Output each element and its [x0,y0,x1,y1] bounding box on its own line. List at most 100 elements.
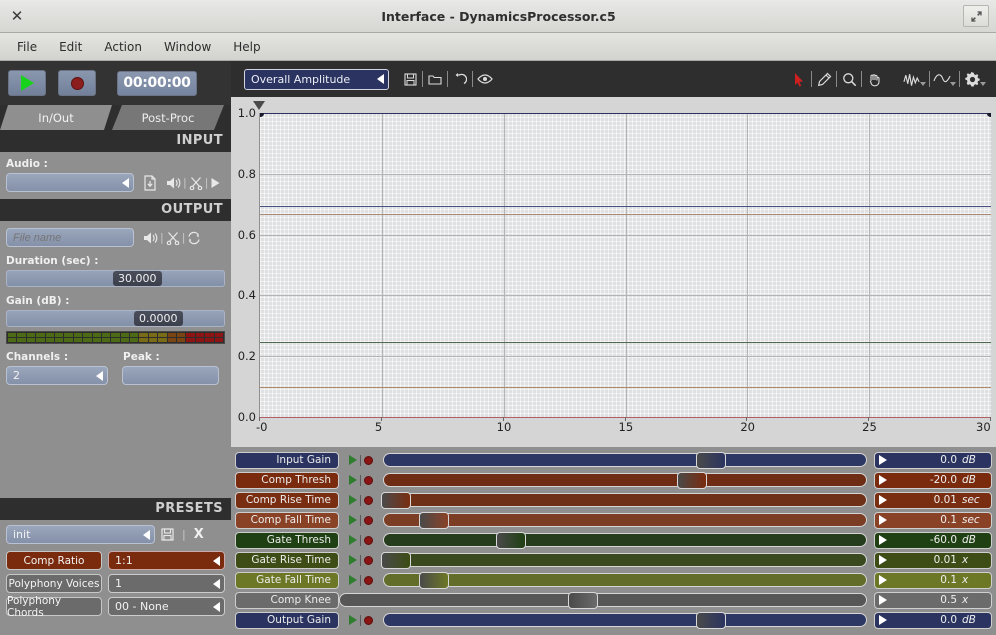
parameter-value-field[interactable]: 0.0dB [874,612,992,629]
plot-line[interactable] [260,113,991,114]
delete-preset-button[interactable]: X [194,527,204,542]
play-icon[interactable] [349,555,357,565]
magnifier-icon[interactable] [840,69,858,89]
speaker-icon[interactable] [166,176,181,190]
parameter-slider[interactable] [383,513,867,527]
comp-ratio-label[interactable]: Comp Ratio [6,551,102,570]
eye-icon[interactable] [476,69,494,89]
play-icon[interactable] [879,515,887,525]
parameter-name-button[interactable]: Input Gain [235,452,339,469]
parameter-slider[interactable] [383,473,867,487]
close-icon[interactable]: ✕ [0,0,34,33]
parameter-name-button[interactable]: Comp Fall Time [235,512,339,529]
undo-icon[interactable] [451,69,469,89]
play-icon[interactable] [879,495,887,505]
parameter-slider[interactable] [383,533,867,547]
play-icon[interactable] [879,555,887,565]
scissors-icon[interactable] [189,176,203,190]
parameter-value-field[interactable]: 0.1x [874,572,992,589]
plot-area[interactable]: 0.00.20.40.60.81.0 -051015202530 [231,97,996,447]
play-icon[interactable] [349,515,357,525]
play-icon[interactable] [879,575,887,585]
play-icon[interactable] [879,615,887,625]
gain-slider[interactable]: 0.0000 [6,310,225,327]
scissors-icon[interactable] [166,231,180,245]
folder-icon[interactable] [426,69,444,89]
record-icon[interactable] [364,536,373,545]
slider-handle[interactable] [381,552,411,569]
play-icon[interactable] [879,455,887,465]
parameter-name-button[interactable]: Gate Thresh [235,532,339,549]
play-icon[interactable] [879,535,887,545]
parameter-name-button[interactable]: Gate Rise Time [235,552,339,569]
record-icon[interactable] [364,556,373,565]
plot-line[interactable] [260,342,991,343]
file-open-icon[interactable] [143,175,157,191]
hand-icon[interactable] [865,69,883,89]
parameter-value-field[interactable]: 0.1sec [874,512,992,529]
parameter-value-field[interactable]: 0.5x [874,592,992,609]
play-icon[interactable] [349,495,357,505]
plot-endpoint[interactable] [987,113,991,117]
speaker-icon[interactable] [143,231,158,245]
plot-line[interactable] [260,214,991,215]
play-icon[interactable] [349,535,357,545]
plot-line[interactable] [260,206,991,207]
parameter-name-button[interactable]: Comp Thresh [235,472,339,489]
slider-handle[interactable] [419,512,449,529]
record-button[interactable] [58,70,96,96]
play-icon[interactable] [349,455,357,465]
record-icon[interactable] [364,496,373,505]
polyphony-voices-select[interactable]: 1 [108,574,225,593]
polyphony-voices-label[interactable]: Polyphony Voices [6,574,102,593]
audio-input-select[interactable] [6,173,134,192]
plot-line[interactable] [260,387,991,388]
parameter-value-field[interactable]: -20.0dB [874,472,992,489]
parameter-slider[interactable] [383,613,867,627]
play-icon[interactable] [349,475,357,485]
polyphony-chords-label[interactable]: Polyphony Chords [6,597,102,616]
record-icon[interactable] [364,616,373,625]
play-button[interactable] [8,70,46,96]
parameter-name-button[interactable]: Comp Rise Time [235,492,339,509]
chevron-down-icon[interactable] [950,82,956,86]
envelope-icon[interactable] [933,69,951,89]
parameter-name-button[interactable]: Gate Fall Time [235,572,339,589]
menu-edit[interactable]: Edit [48,37,93,57]
play-icon[interactable] [349,615,357,625]
parameter-name-button[interactable]: Comp Knee [235,592,339,609]
arrow-cursor-icon[interactable] [790,69,808,89]
preset-select[interactable]: init [6,525,155,544]
tab-post-proc[interactable]: Post-Proc [112,105,224,130]
view-selector[interactable]: Overall Amplitude [244,69,389,90]
play-icon[interactable] [879,475,887,485]
record-icon[interactable] [364,576,373,585]
slider-handle[interactable] [696,452,726,469]
parameter-value-field[interactable]: -60.0dB [874,532,992,549]
duration-slider[interactable]: 30.000 [6,270,225,287]
record-icon[interactable] [364,476,373,485]
maximize-icon[interactable] [963,5,989,27]
channels-select[interactable]: 2 [6,366,108,385]
menu-window[interactable]: Window [153,37,222,57]
slider-handle[interactable] [677,472,707,489]
menu-help[interactable]: Help [222,37,271,57]
parameter-slider[interactable] [383,453,867,467]
parameter-value-field[interactable]: 0.01sec [874,492,992,509]
parameter-slider[interactable] [383,493,867,507]
play-icon[interactable] [349,575,357,585]
parameter-name-button[interactable]: Output Gain [235,612,339,629]
tab-in-out[interactable]: In/Out [0,105,112,130]
slider-handle[interactable] [696,612,726,629]
save-icon[interactable] [401,69,419,89]
parameter-slider[interactable] [383,553,867,567]
play-icon[interactable] [210,177,221,189]
menu-action[interactable]: Action [93,37,153,57]
record-icon[interactable] [364,516,373,525]
slider-handle[interactable] [419,572,449,589]
record-icon[interactable] [364,456,373,465]
gear-icon[interactable] [963,69,981,89]
polyphony-chords-select[interactable]: 00 - None [108,597,225,616]
save-icon[interactable] [161,528,174,541]
play-icon[interactable] [879,595,887,605]
